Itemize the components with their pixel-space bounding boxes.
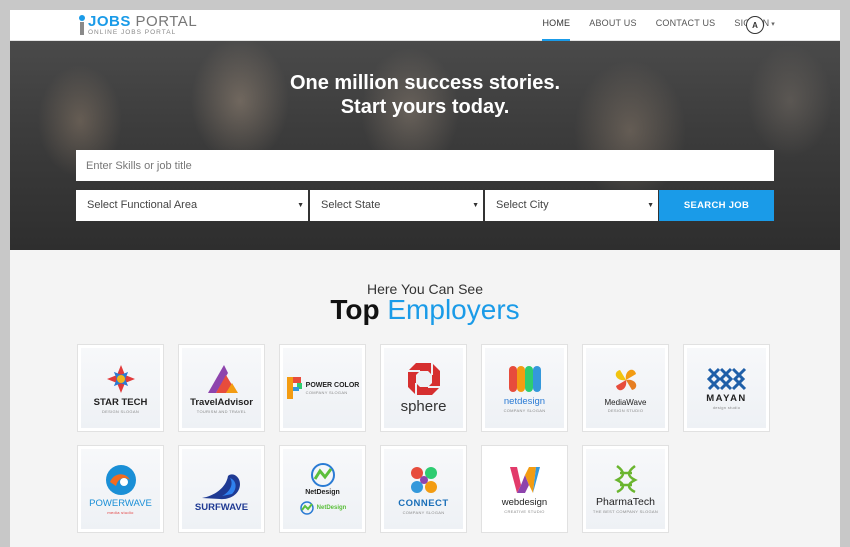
media-wave-icon [615, 369, 636, 390]
mayan-icon [706, 367, 746, 390]
employer-logo-power-color[interactable]: POWER COLOR COMPANY SLOGAN [279, 344, 366, 432]
employer-logo-web-design[interactable]: webdesign CREATIVE STUDIO [481, 445, 568, 533]
power-color-icon [286, 377, 302, 399]
net-design-icon [310, 463, 335, 487]
employer-logo-mayan[interactable]: MAYAN design studio [683, 344, 770, 432]
employer-logo-surf-wave[interactable]: SURFWAVE [178, 445, 265, 533]
surf-wave-icon [201, 473, 240, 499]
net-design-small-icon [299, 501, 314, 515]
employer-logo-star-tech[interactable]: STAR TECH DESIGN SLOGAN [77, 344, 164, 432]
site-logo[interactable]: JOBS PORTAL ONLINE JOBS PORTAL [78, 12, 197, 38]
employer-logo-netdesign[interactable]: netdesign COMPANY SLOGAN [481, 344, 568, 432]
caret-down-icon: ▾ [771, 21, 775, 28]
employer-logo-travel-advisor[interactable]: TravelAdvisor TOURISM AND TRAVEL [178, 344, 265, 432]
web-design-icon [509, 466, 540, 493]
logo-tagline: ONLINE JOBS PORTAL [88, 28, 177, 36]
skills-search-input[interactable] [76, 150, 774, 181]
employer-logo-media-wave[interactable]: MediaWave DESIGN STUDIO [582, 344, 669, 432]
main-nav: HOME ABOUT US CONTACT US SIGN IN▾ [523, 10, 775, 41]
person-icon [78, 15, 86, 35]
select-arrow-icon: ▼ [297, 202, 304, 209]
search-job-button[interactable]: SEARCH JOB [659, 190, 774, 221]
netdesign-icon [508, 365, 541, 392]
hero-title: One million success stories. Start yours… [10, 71, 840, 119]
top-header: JOBS PORTAL ONLINE JOBS PORTAL HOME ABOU… [10, 10, 840, 41]
employers-title: Top Employers [330, 294, 520, 325]
logo-title: JOBS PORTAL [88, 12, 198, 30]
browser-frame: JOBS PORTAL ONLINE JOBS PORTAL HOME ABOU… [10, 10, 840, 547]
employer-logo-net-design[interactable]: NetDesign NetDesign [279, 445, 366, 533]
pharma-tech-icon [613, 465, 638, 494]
star-tech-icon [106, 364, 135, 393]
hero-title-line2: Start yours today. [340, 96, 510, 118]
select-arrow-icon: ▼ [647, 202, 654, 209]
employer-logo-pharma-tech[interactable]: PharmaTech THE BEST COMPANY SLOGAN [582, 445, 669, 533]
hero-title-line1: One million success stories. [289, 72, 561, 94]
sphere-icon [407, 362, 440, 395]
select-arrow-icon: ▼ [472, 202, 479, 209]
language-icon[interactable]: A [746, 16, 764, 34]
power-wave-icon [105, 464, 136, 495]
hero-banner: One million success stories. Start yours… [10, 41, 840, 250]
employer-logo-connect[interactable]: CONNECT COMPANY SLOGAN [380, 445, 467, 533]
employer-logo-power-wave[interactable]: POWERWAVE media studio [77, 445, 164, 533]
travel-advisor-icon [207, 364, 238, 393]
nav-home[interactable]: HOME [542, 10, 571, 41]
city-select[interactable]: Select City ▼ [485, 190, 658, 221]
functional-area-select[interactable]: Select Functional Area ▼ [76, 190, 308, 221]
nav-about-us[interactable]: ABOUT US [589, 10, 636, 41]
employer-logo-sphere[interactable]: sphere [380, 344, 467, 432]
connect-icon [410, 466, 437, 493]
state-select[interactable]: Select State ▼ [310, 190, 483, 221]
nav-contact-us[interactable]: CONTACT US [656, 10, 716, 41]
